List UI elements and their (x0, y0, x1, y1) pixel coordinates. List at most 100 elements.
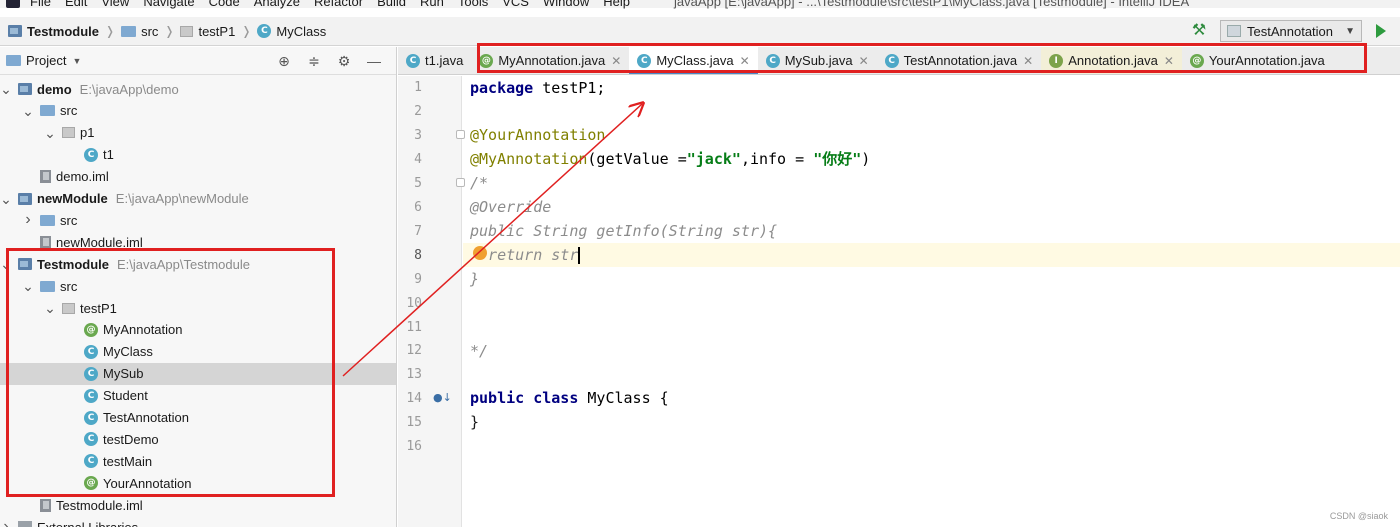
project-panel-title[interactable]: Project (26, 53, 66, 68)
menu-view[interactable]: View (101, 0, 129, 8)
gear-icon[interactable]: ⚙ (336, 53, 352, 69)
tree-item-src[interactable]: ⌄ src (0, 100, 396, 122)
tab-myclass-java[interactable]: C MyClass.java ✕ (629, 47, 759, 74)
tab-myannotation-java[interactable]: @ MyAnnotation.java ✕ (471, 47, 629, 74)
menu-window[interactable]: Window (543, 0, 589, 8)
menu-build[interactable]: Build (377, 0, 406, 8)
tree-item-t1[interactable]: Ct1 (0, 144, 396, 166)
menu-code[interactable]: Code (209, 0, 240, 8)
fold-marker[interactable] (456, 130, 465, 139)
expand-arrow-icon[interactable]: ⌄ (22, 279, 34, 293)
breadcrumb-module[interactable]: Testmodule (27, 24, 99, 39)
tab-testannotation-java[interactable]: C TestAnnotation.java ✕ (877, 47, 1042, 74)
build-hammer-icon[interactable]: ⚒ (1190, 22, 1208, 40)
tree-item-newmodule-iml[interactable]: newModule.iml (0, 231, 396, 253)
interface-icon: I (1049, 53, 1064, 68)
menu-vcs[interactable]: VCS (502, 0, 529, 8)
menu-analyze[interactable]: Analyze (254, 0, 300, 8)
menu-edit[interactable]: Edit (65, 0, 87, 8)
breadcrumb-class[interactable]: MyClass (276, 24, 326, 39)
minimize-icon[interactable]: — (366, 53, 382, 69)
close-icon[interactable]: ✕ (1023, 54, 1033, 68)
tree-item-testdemo[interactable]: CtestDemo (0, 428, 396, 450)
code-line-15: } (470, 413, 480, 431)
tree-item-testmodule[interactable]: ⌄ Testmodule E:\javaApp\Testmodule (0, 253, 396, 275)
menu-tools[interactable]: Tools (458, 0, 488, 8)
implemented-gutter-icon[interactable]: ●↓ (433, 391, 452, 404)
tree-item-myclass[interactable]: C MyClass (0, 341, 396, 363)
tab-mysub-java[interactable]: C MySub.java ✕ (758, 47, 877, 74)
tree-item-label: newModule (37, 191, 108, 206)
tree-item-myannotation[interactable]: @ MyAnnotation (0, 319, 396, 341)
line-number: 2 (414, 103, 422, 119)
expand-arrow-icon[interactable]: › (0, 518, 12, 527)
tree-item-demo-iml[interactable]: demo.iml (0, 166, 396, 188)
code-line-12: */ (470, 342, 489, 360)
close-icon[interactable]: ✕ (740, 54, 750, 68)
menu-run[interactable]: Run (420, 0, 444, 8)
tab-yourannotation-java[interactable]: @ YourAnnotation.java (1182, 47, 1333, 74)
expand-arrow-icon[interactable]: › (22, 211, 34, 229)
package-icon (62, 302, 75, 314)
run-button[interactable] (1376, 24, 1386, 38)
tree-item-label: testMain (103, 453, 153, 469)
run-configuration-dropdown[interactable]: TestAnnotation ▼ (1220, 20, 1362, 42)
tree-item-testmodule-iml[interactable]: Testmodule.iml (0, 494, 396, 516)
app-icon (6, 0, 20, 8)
expand-arrow-icon[interactable]: ⌄ (0, 192, 12, 206)
menu-refactor[interactable]: Refactor (314, 0, 363, 8)
expand-arrow-icon[interactable]: ⌄ (44, 126, 56, 140)
collapse-all-icon[interactable]: ≑ (306, 53, 322, 69)
tree-item-mysub[interactable]: C MySub (0, 362, 396, 385)
chevron-down-icon[interactable]: ▼ (72, 56, 81, 66)
menu-navigate[interactable]: Navigate (143, 0, 194, 8)
annotation-icon: @ (84, 322, 98, 337)
menu-file[interactable]: File (30, 0, 51, 8)
lightbulb-icon[interactable] (473, 246, 487, 260)
tab-t1-java[interactable]: Ct1.java (398, 47, 471, 74)
tree-item-label: MySub (103, 366, 144, 382)
class-icon: C (637, 53, 652, 68)
code-line-3: @YourAnnotation (470, 126, 606, 144)
close-icon[interactable]: ✕ (859, 54, 869, 68)
tab-label: Annotation.java (1068, 53, 1158, 68)
tree-item-student[interactable]: C Student (0, 385, 396, 407)
tree-item-testannotation[interactable]: C TestAnnotation (0, 407, 396, 429)
expand-arrow-icon[interactable]: ⌄ (22, 104, 34, 118)
tree-item-yourannotation[interactable]: @ YourAnnotation (0, 472, 396, 494)
expand-arrow-icon[interactable]: ⌄ (44, 301, 56, 315)
tab-annotation-java[interactable]: I Annotation.java ✕ (1041, 47, 1182, 74)
code-editor[interactable]: package testP1; @YourAnnotation @MyAnnot… (463, 76, 1400, 527)
breadcrumb-src[interactable]: src (141, 24, 158, 39)
code-line-6: @Override (470, 198, 552, 216)
tree-item-label: MyAnnotation (103, 322, 183, 338)
line-number: 12 (406, 343, 422, 359)
class-icon: C (765, 53, 780, 68)
menu-help[interactable]: Help (603, 0, 630, 8)
expand-arrow-icon[interactable]: ⌄ (0, 82, 12, 96)
locate-target-icon[interactable]: ⊕ (276, 53, 292, 69)
fold-marker[interactable] (456, 178, 465, 187)
tree-item-label: Testmodule (37, 256, 109, 272)
tab-label: MySub.java (784, 53, 853, 68)
class-icon: C (406, 53, 420, 68)
watermark: CSDN @siaok (1329, 511, 1388, 521)
module-icon (18, 83, 32, 95)
tree-item-src[interactable]: › src (0, 209, 396, 231)
tree-item-p1[interactable]: ⌄ p1 (0, 122, 396, 144)
expand-arrow-icon[interactable]: ⌄ (0, 257, 12, 271)
close-icon[interactable]: ✕ (1164, 54, 1174, 68)
window-title: javaApp [E:\javaApp] - ...\Testmodule\sr… (673, 0, 1190, 9)
tree-item-external-libraries[interactable]: › External Libraries (0, 516, 396, 527)
tree-item-src[interactable]: ⌄ src (0, 275, 396, 297)
breadcrumb-package[interactable]: testP1 (198, 24, 235, 39)
tab-label: TestAnnotation.java (903, 53, 1018, 68)
tree-item-demo[interactable]: ⌄ demo E:\javaApp\demo (0, 78, 396, 100)
close-icon[interactable]: ✕ (611, 54, 621, 68)
text-caret (578, 247, 581, 264)
current-line-highlight (463, 243, 1400, 267)
tree-item-testp1[interactable]: ⌄ testP1 (0, 297, 396, 319)
iml-icon (40, 235, 51, 249)
tree-item-newmodule[interactable]: ⌄ newModule E:\javaApp\newModule (0, 188, 396, 210)
tree-item-testmain[interactable]: CtestMain (0, 450, 396, 472)
